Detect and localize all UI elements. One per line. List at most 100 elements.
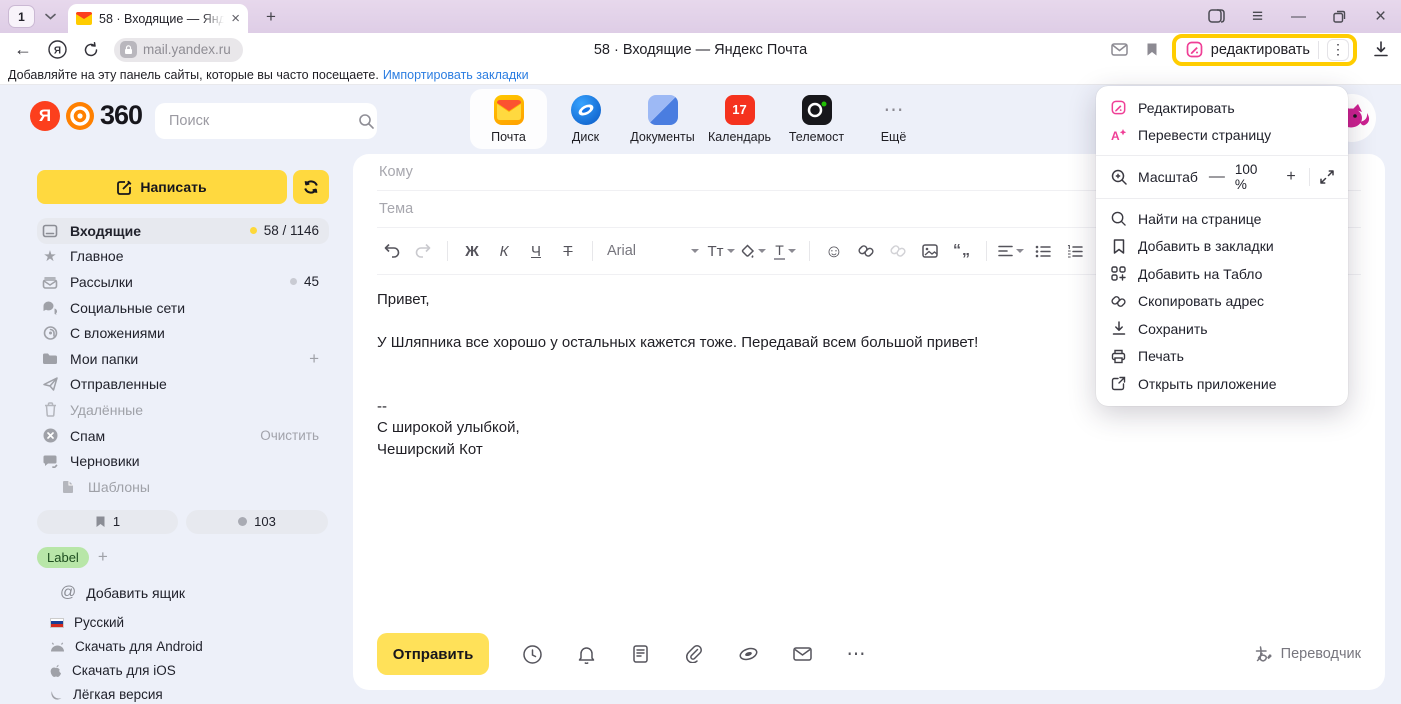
menu-find-label: Найти на странице (1138, 211, 1261, 227)
bookmarks-panel-icon[interactable] (1136, 42, 1168, 57)
font-size-select[interactable]: Tт (707, 237, 735, 265)
lock-icon[interactable] (120, 41, 137, 58)
unread-filter-pill[interactable]: 103 (186, 510, 328, 534)
downloads-icon[interactable] (1361, 41, 1401, 58)
fullscreen-icon[interactable] (1320, 170, 1334, 184)
active-tab[interactable]: 58 · Входящие — Янде × (68, 4, 248, 33)
add-label-button[interactable]: + (98, 547, 108, 567)
folder-priority[interactable]: ★ Главное (37, 244, 329, 270)
saved-filter-pill[interactable]: 1 (37, 510, 178, 534)
tab-close-icon[interactable]: × (231, 11, 240, 26)
compose-button[interactable]: Написать (37, 170, 287, 204)
folder-inbox[interactable]: Входящие 58 / 1146 (37, 218, 329, 244)
folder-my-folders[interactable]: Мои папки + (37, 346, 329, 372)
more-actions-icon[interactable]: ⋯ (833, 638, 879, 670)
emoji-button[interactable]: ☺ (820, 237, 848, 265)
label-tag[interactable]: Label (37, 547, 89, 568)
refresh-button[interactable] (74, 42, 108, 58)
app-telemost-label: Телемост (789, 130, 844, 144)
text-color-button[interactable]: T (771, 237, 799, 265)
send-bar: Отправить ⋯ Переводчик (377, 633, 1361, 675)
download-ios-link[interactable]: Скачать для iOS (50, 663, 203, 678)
light-version-link[interactable]: Лёгкая версия (50, 687, 203, 702)
insert-image-button[interactable] (916, 237, 944, 265)
translator-button[interactable]: Переводчик (1255, 646, 1361, 663)
edit-more-icon[interactable]: ⋮ (1327, 39, 1349, 61)
search-input[interactable] (167, 112, 358, 130)
app-calendar[interactable]: 17 Календарь (701, 89, 778, 149)
redo-icon[interactable] (409, 237, 437, 265)
align-button[interactable] (997, 237, 1025, 265)
import-bookmarks-link[interactable]: Импортировать закладки (383, 68, 529, 82)
zoom-out-button[interactable]: — (1209, 168, 1225, 186)
menu-open-app[interactable]: Открыть приложение (1096, 370, 1348, 398)
attach-file-icon[interactable] (671, 638, 717, 670)
folder-newsletters[interactable]: Рассылки 45 (37, 269, 329, 295)
template-icon[interactable] (617, 638, 663, 670)
browser-menu-icon[interactable]: ≡ (1237, 0, 1278, 33)
attach-from-mail-icon[interactable] (779, 638, 825, 670)
bullet-list-button[interactable] (1029, 237, 1057, 265)
remove-link-button[interactable] (884, 237, 912, 265)
menu-save[interactable]: Сохранить (1096, 315, 1348, 343)
insert-link-button[interactable] (852, 237, 880, 265)
quote-button[interactable]: “„ (948, 237, 976, 265)
app-telemost[interactable]: Телемост (778, 89, 855, 149)
address-bar[interactable]: mail.yandex.ru (114, 38, 243, 62)
app-disk[interactable]: Диск (547, 89, 624, 149)
clear-spam-button[interactable]: Очистить (260, 428, 319, 443)
restore-button[interactable] (1319, 0, 1360, 33)
send-button[interactable]: Отправить (377, 633, 489, 675)
at-icon: @ (60, 584, 76, 602)
italic-button[interactable]: К (490, 237, 518, 265)
menu-find-on-page[interactable]: Найти на странице (1096, 205, 1348, 233)
side-panel-icon[interactable] (1196, 0, 1237, 33)
folder-sent[interactable]: Отправленные (37, 372, 329, 398)
add-mailbox-button[interactable]: @ Добавить ящик (60, 584, 345, 602)
strikethrough-button[interactable]: Т (554, 237, 582, 265)
yandex-360-logo[interactable]: Я 360 (30, 100, 142, 131)
fill-color-button[interactable] (739, 237, 767, 265)
minimize-button[interactable]: — (1278, 0, 1319, 33)
yandex-button[interactable]: Я (40, 40, 74, 59)
close-window-button[interactable]: × (1360, 0, 1401, 33)
underline-button[interactable]: Ч (522, 237, 550, 265)
menu-translate-label: Перевести страницу (1138, 127, 1271, 143)
mail-notifications-icon[interactable] (1104, 43, 1136, 56)
add-folder-button[interactable]: + (309, 349, 319, 369)
menu-print[interactable]: Печать (1096, 343, 1348, 371)
font-family-select[interactable]: Arial (603, 243, 703, 259)
menu-edit[interactable]: Редактировать (1096, 94, 1348, 122)
app-mail[interactable]: Почта (470, 89, 547, 149)
zoom-in-button[interactable]: + (1283, 168, 1299, 186)
numbered-list-button[interactable] (1061, 237, 1089, 265)
edit-page-button[interactable]: редактировать ⋮ (1172, 34, 1357, 66)
new-tab-button[interactable]: + (258, 4, 284, 30)
folder-social[interactable]: Социальные сети (37, 295, 329, 321)
search-box[interactable] (155, 103, 377, 139)
download-android-link[interactable]: Скачать для Android (50, 639, 203, 654)
app-documents[interactable]: Документы (624, 89, 701, 149)
attach-from-disk-icon[interactable] (725, 638, 771, 670)
window-controls: ≡ — × (1196, 0, 1401, 33)
menu-add-to-tablo[interactable]: Добавить на Табло (1096, 260, 1348, 288)
search-icon[interactable] (358, 113, 374, 129)
refresh-mail-button[interactable] (293, 170, 329, 204)
folder-spam[interactable]: Спам Очистить (37, 423, 329, 449)
bold-button[interactable]: Ж (458, 237, 486, 265)
notify-icon[interactable] (563, 638, 609, 670)
folder-drafts[interactable]: Черновики (37, 448, 329, 474)
folder-attachments[interactable]: С вложениями (37, 320, 329, 346)
tabs-list-button[interactable] (45, 13, 56, 20)
menu-add-bookmark[interactable]: Добавить в закладки (1096, 233, 1348, 261)
app-more[interactable]: ⋯ Ещё (855, 89, 932, 149)
menu-translate[interactable]: A Перевести страницу (1096, 122, 1348, 150)
language-link[interactable]: Русский (50, 615, 203, 630)
undo-icon[interactable] (377, 237, 405, 265)
folder-templates[interactable]: Шаблоны (55, 474, 329, 500)
tabs-count-button[interactable]: 1 (8, 5, 35, 28)
schedule-send-icon[interactable] (509, 638, 555, 670)
folder-trash[interactable]: Удалённые (37, 397, 329, 423)
back-button[interactable]: ← (6, 39, 40, 60)
menu-copy-address[interactable]: Скопировать адрес (1096, 288, 1348, 316)
